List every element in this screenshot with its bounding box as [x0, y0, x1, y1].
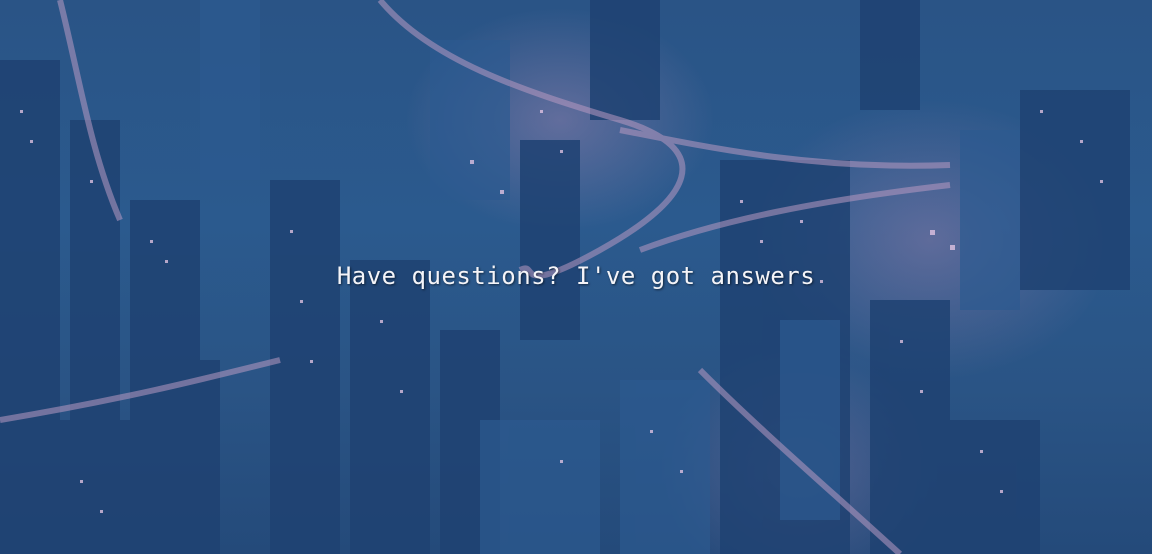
- hero-heading: Have questions? I've got answers: [336, 262, 816, 290]
- hero-section: Have questions? I've got answers: [0, 0, 1152, 554]
